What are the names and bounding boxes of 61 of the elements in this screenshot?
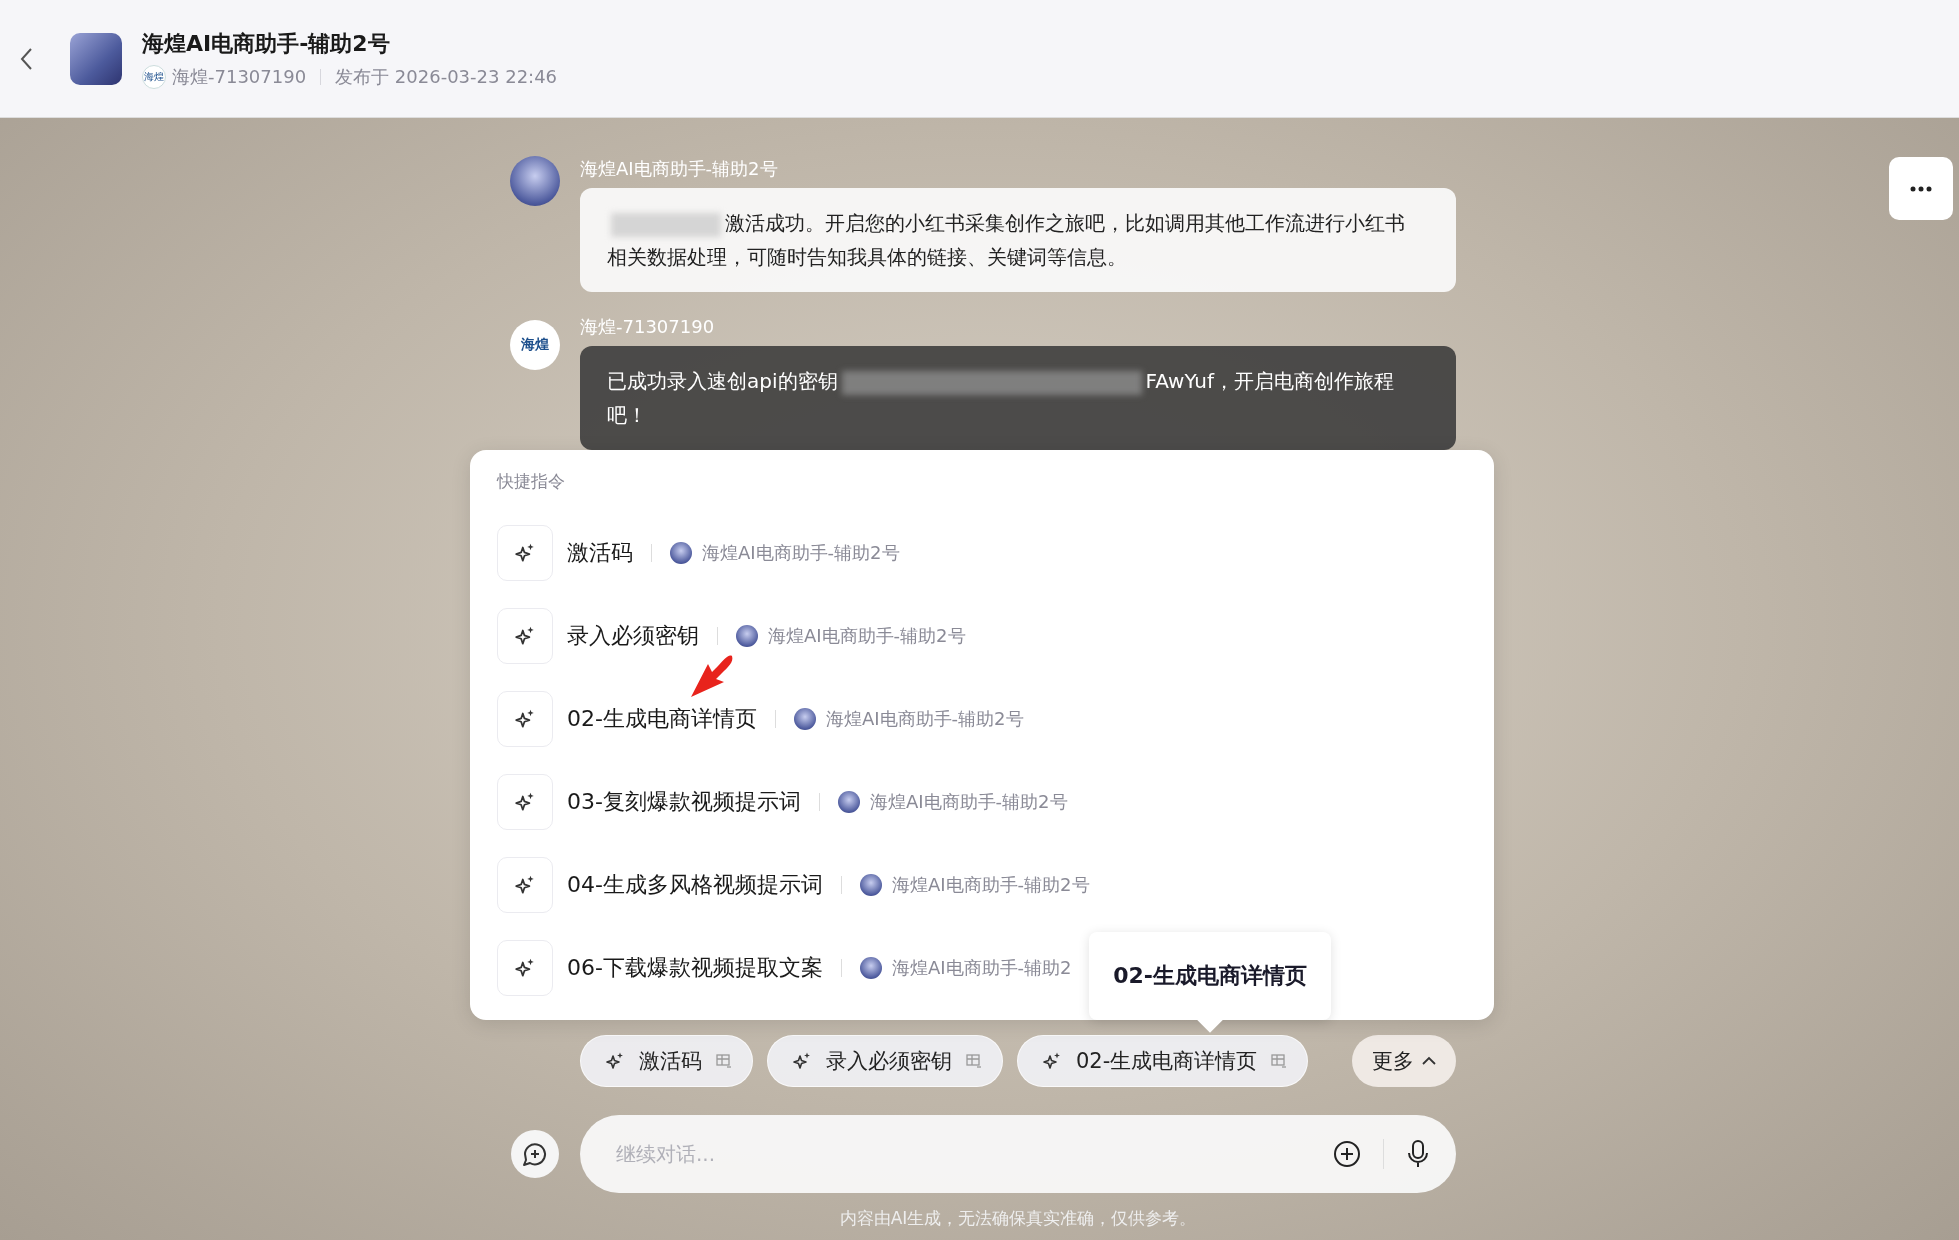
bot-name: 海煌AI电商助手-辅助2号 bbox=[768, 623, 966, 648]
sparkle-icon bbox=[514, 873, 536, 896]
bot-name: 海煌AI电商助手-辅助2 bbox=[891, 955, 1072, 980]
command-label: 激活码 bbox=[567, 538, 633, 567]
command-label: 06-下载爆款视频提取文案 bbox=[567, 953, 823, 982]
more-button[interactable]: 更多 bbox=[1352, 1035, 1456, 1087]
bot-name: 海煌AI电商助手-辅助2号 bbox=[869, 789, 1068, 814]
command-label: 04-生成多风格视频提示词 bbox=[567, 870, 823, 899]
user-avatar: 海煌 bbox=[510, 320, 560, 370]
quick-command-chip[interactable]: 激活码 bbox=[580, 1035, 753, 1087]
table-icon bbox=[716, 1054, 732, 1068]
add-icon[interactable] bbox=[1333, 1140, 1361, 1168]
command-label: 03-复刻爆款视频提示词 bbox=[567, 787, 801, 816]
new-chat-icon[interactable] bbox=[510, 1129, 560, 1179]
quick-command-chip[interactable]: 录入必须密钥 bbox=[767, 1035, 1003, 1087]
author-name: 海煌-71307190 bbox=[172, 64, 307, 89]
caret-up-icon bbox=[1422, 1056, 1436, 1066]
message-text: 激活成功。开启您的小红书采集创作之旅吧，比如调用其他工作流进行小红书相关数据处理，可随时告知我具体的链接、关键词等信息。 bbox=[607, 210, 1406, 271]
bot-name: 海煌AI电商助手-辅助2号 bbox=[825, 706, 1024, 731]
bot-avatar bbox=[859, 873, 882, 896]
disclaimer-text: 内容由AI生成，无法确保真实准确，仅供参考。 bbox=[838, 1207, 1198, 1230]
input-bar[interactable]: 继续对话... bbox=[580, 1115, 1456, 1193]
quick-command-item[interactable]: 02-生成电商详情页 海煌AI电商助手-辅助2号 bbox=[497, 677, 1467, 760]
table-icon bbox=[1271, 1054, 1288, 1068]
tooltip-text: 02-生成电商详情页 bbox=[1113, 962, 1307, 990]
menu-title: 快捷指令 bbox=[497, 470, 566, 493]
publish-date: 发布于 2026-03-23 22:46 bbox=[335, 64, 558, 89]
user-avatar: 海煌 bbox=[142, 64, 166, 89]
sparkle-icon bbox=[792, 1051, 812, 1071]
bot-avatar bbox=[510, 156, 560, 206]
sparkle-icon bbox=[514, 790, 536, 813]
quick-command-item[interactable]: 激活码 海煌AI电商助手-辅助2号 bbox=[497, 511, 1467, 594]
bot-avatar bbox=[837, 790, 860, 813]
bot-avatar bbox=[859, 956, 882, 979]
quick-command-item[interactable]: 录入必须密钥 海煌AI电商助手-辅助2号 bbox=[497, 594, 1467, 677]
command-label: 02-生成电商详情页 bbox=[567, 704, 757, 733]
command-label: 录入必须密钥 bbox=[567, 621, 699, 650]
sparkle-icon bbox=[514, 956, 536, 979]
sparkle-icon bbox=[514, 541, 536, 564]
table-icon bbox=[966, 1054, 982, 1068]
ellipsis-icon bbox=[1910, 185, 1932, 192]
back-icon[interactable] bbox=[19, 46, 33, 71]
microphone-icon[interactable] bbox=[1406, 1139, 1430, 1169]
message-text: 已成功录入速创api的密钥 FAwYuf，开启电商创作旅程吧！ bbox=[607, 368, 1396, 429]
sparkle-icon bbox=[514, 707, 536, 730]
quick-command-item[interactable]: 03-复刻爆款视频提示词 海煌AI电商助手-辅助2号 bbox=[497, 760, 1467, 843]
bot-avatar bbox=[670, 541, 692, 564]
window-title: 海煌AI电商助手-辅助2号 bbox=[142, 29, 391, 58]
sender-name: 海煌-71307190 bbox=[580, 315, 716, 339]
bot-name: 海煌AI电商助手-辅助2号 bbox=[891, 872, 1090, 897]
bot-avatar bbox=[793, 707, 816, 730]
quick-command-item[interactable]: 04-生成多风格视频提示词 海煌AI电商助手-辅助2号 bbox=[497, 843, 1467, 926]
sparkle-icon bbox=[1042, 1051, 1062, 1071]
sender-name: 海煌AI电商助手-辅助2号 bbox=[580, 157, 779, 181]
sparkle-icon bbox=[514, 624, 536, 647]
bot-avatar bbox=[70, 32, 122, 85]
bot-avatar bbox=[736, 624, 758, 647]
sparkle-icon bbox=[605, 1051, 625, 1071]
quick-command-chip[interactable]: 02-生成电商详情页 bbox=[1017, 1035, 1309, 1087]
bot-name: 海煌AI电商助手-辅助2号 bbox=[702, 540, 900, 565]
message-input[interactable]: 继续对话... bbox=[614, 1141, 1311, 1167]
